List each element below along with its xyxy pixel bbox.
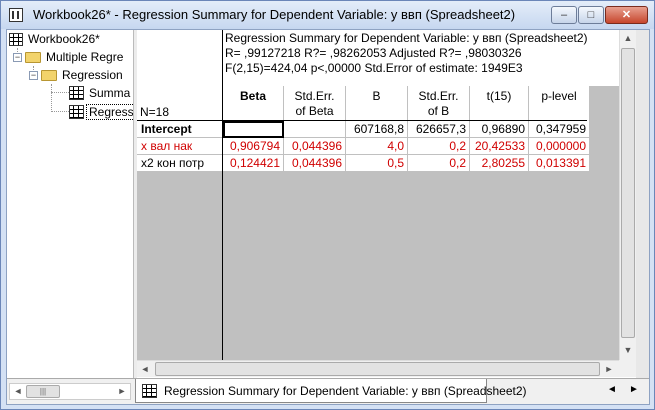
collapse-toggle[interactable]: − [29,71,38,80]
spreadsheet-grid[interactable]: N=18 Regression Summary for Dependent Va… [137,30,619,360]
table-cell[interactable]: 0,5 [346,155,408,172]
title-line: R= ,99127218 R?= ,98262053 Adjusted R?= … [225,46,522,60]
minimize-button[interactable]: ‒ [551,6,577,24]
tree-item-label: Multiple Regre [46,50,124,64]
scroll-down-button[interactable]: ▼ [620,342,636,358]
title-line: F(2,15)=424,04 p<,00000 Std.Error of est… [225,61,523,75]
table-cell[interactable] [284,121,346,138]
sheet-tab[interactable]: Regression Summary for Dependent Variabl… [135,379,527,403]
tab-next-arrow[interactable]: ► [629,384,639,395]
row-header-corner: N=18 [137,30,223,121]
table-cell[interactable]: 0,013391 [529,155,590,172]
table-cell[interactable] [223,121,284,138]
tree-horizontal-scrollbar[interactable]: ◄ ||| ► [9,383,131,400]
sheet-header: N=18 Regression Summary for Dependent Va… [137,30,619,121]
workbook-content: Workbook26* − Multiple Regre − Regressio… [6,29,650,405]
title-line: Regression Summary for Dependent Variabl… [225,31,588,45]
workbook-node-icon [9,33,23,46]
column-header-std-err-beta[interactable]: Std.Err. of Beta [284,86,346,121]
table-cell[interactable]: 0,044396 [284,138,346,155]
column-header-b[interactable]: B [346,86,408,121]
spreadsheet-icon [142,384,157,398]
tree-item-label: Summa [89,86,131,100]
horizontal-scroll-thumb[interactable] [155,362,600,376]
tree-item-label: Workbook26* [28,32,100,46]
workbook-window: Workbook26* - Regression Summary for Dep… [0,0,655,410]
table-cell[interactable]: 0,347959 [529,121,590,138]
tree-item-multiple-regression[interactable]: Multiple Regre [25,48,125,66]
row-label-x-val-nak[interactable]: x вал нак [137,138,223,155]
table-cell[interactable]: 0,124421 [223,155,284,172]
window-title: Workbook26* - Regression Summary for Dep… [33,7,516,22]
row-label-intercept[interactable]: Intercept [137,121,223,138]
horizontal-scrollbar[interactable]: ◄ ► [137,360,619,377]
tree-item-workbook[interactable]: Workbook26* [9,30,102,48]
table-cell[interactable]: 626657,3 [408,121,470,138]
column-header-t[interactable]: t(15) [470,86,529,121]
workbook-icon [9,8,23,22]
table-cell[interactable]: 4,0 [346,138,408,155]
n-label: N=18 [140,105,170,119]
folder-icon [41,70,57,81]
tab-prev-arrow[interactable]: ◄ [607,384,617,395]
table-cell[interactable]: 0,000000 [529,138,590,155]
tree-scroll-thumb[interactable]: ||| [26,385,60,398]
column-header-beta[interactable]: Beta [223,86,284,121]
table-cell[interactable]: 0,2 [408,138,470,155]
table-cell[interactable]: 0,2 [408,155,470,172]
table-cell[interactable]: 0,044396 [284,155,346,172]
table-cell[interactable]: 20,42533 [470,138,529,155]
tree-item-regression-summary[interactable]: Regress [69,103,133,121]
tree-item-summary[interactable]: Summa [69,84,132,102]
collapse-toggle[interactable]: − [13,53,22,62]
folder-icon [25,52,41,63]
spreadsheet-icon [69,86,84,100]
scroll-left-button[interactable]: ◄ [137,361,153,377]
tree-scroll-left-button[interactable]: ◄ [10,384,26,399]
scroll-corner [619,360,636,377]
bottom-bar: ◄ ||| ► Regression Summary for Dependent… [7,378,649,404]
table-cell[interactable]: 607168,8 [346,121,408,138]
scroll-up-button[interactable]: ▲ [620,30,636,46]
table-cell[interactable]: 2,80255 [470,155,529,172]
workbook-tree: Workbook26* − Multiple Regre − Regressio… [7,30,133,378]
tree-item-regression[interactable]: Regression [41,66,125,84]
table-cell[interactable]: 0,906794 [223,138,284,155]
tree-scroll-right-button[interactable]: ► [114,384,130,399]
table-cell[interactable]: 0,96890 [470,121,529,138]
spreadsheet-icon [69,105,84,119]
sheet-tab-label: Regression Summary for Dependent Variabl… [164,384,527,398]
right-margin [636,30,649,378]
column-header-p-level[interactable]: p-level [529,86,590,121]
close-button[interactable]: ✕ [605,6,648,24]
sheet-title: Regression Summary for Dependent Variabl… [225,31,617,76]
vertical-scroll-thumb[interactable] [621,48,635,338]
row-label-x2-kon-potr[interactable]: x2 кон потр [137,155,223,172]
vertical-scrollbar[interactable]: ▲ ▼ [619,30,636,360]
column-header-std-err-b[interactable]: Std.Err. of B [408,86,470,121]
tree-item-label: Regression [62,68,123,82]
tree-item-label: Regress [86,104,133,120]
title-bar[interactable]: Workbook26* - Regression Summary for Dep… [1,1,654,29]
maximize-button[interactable]: □ [578,6,604,24]
scroll-right-button[interactable]: ► [601,361,617,377]
